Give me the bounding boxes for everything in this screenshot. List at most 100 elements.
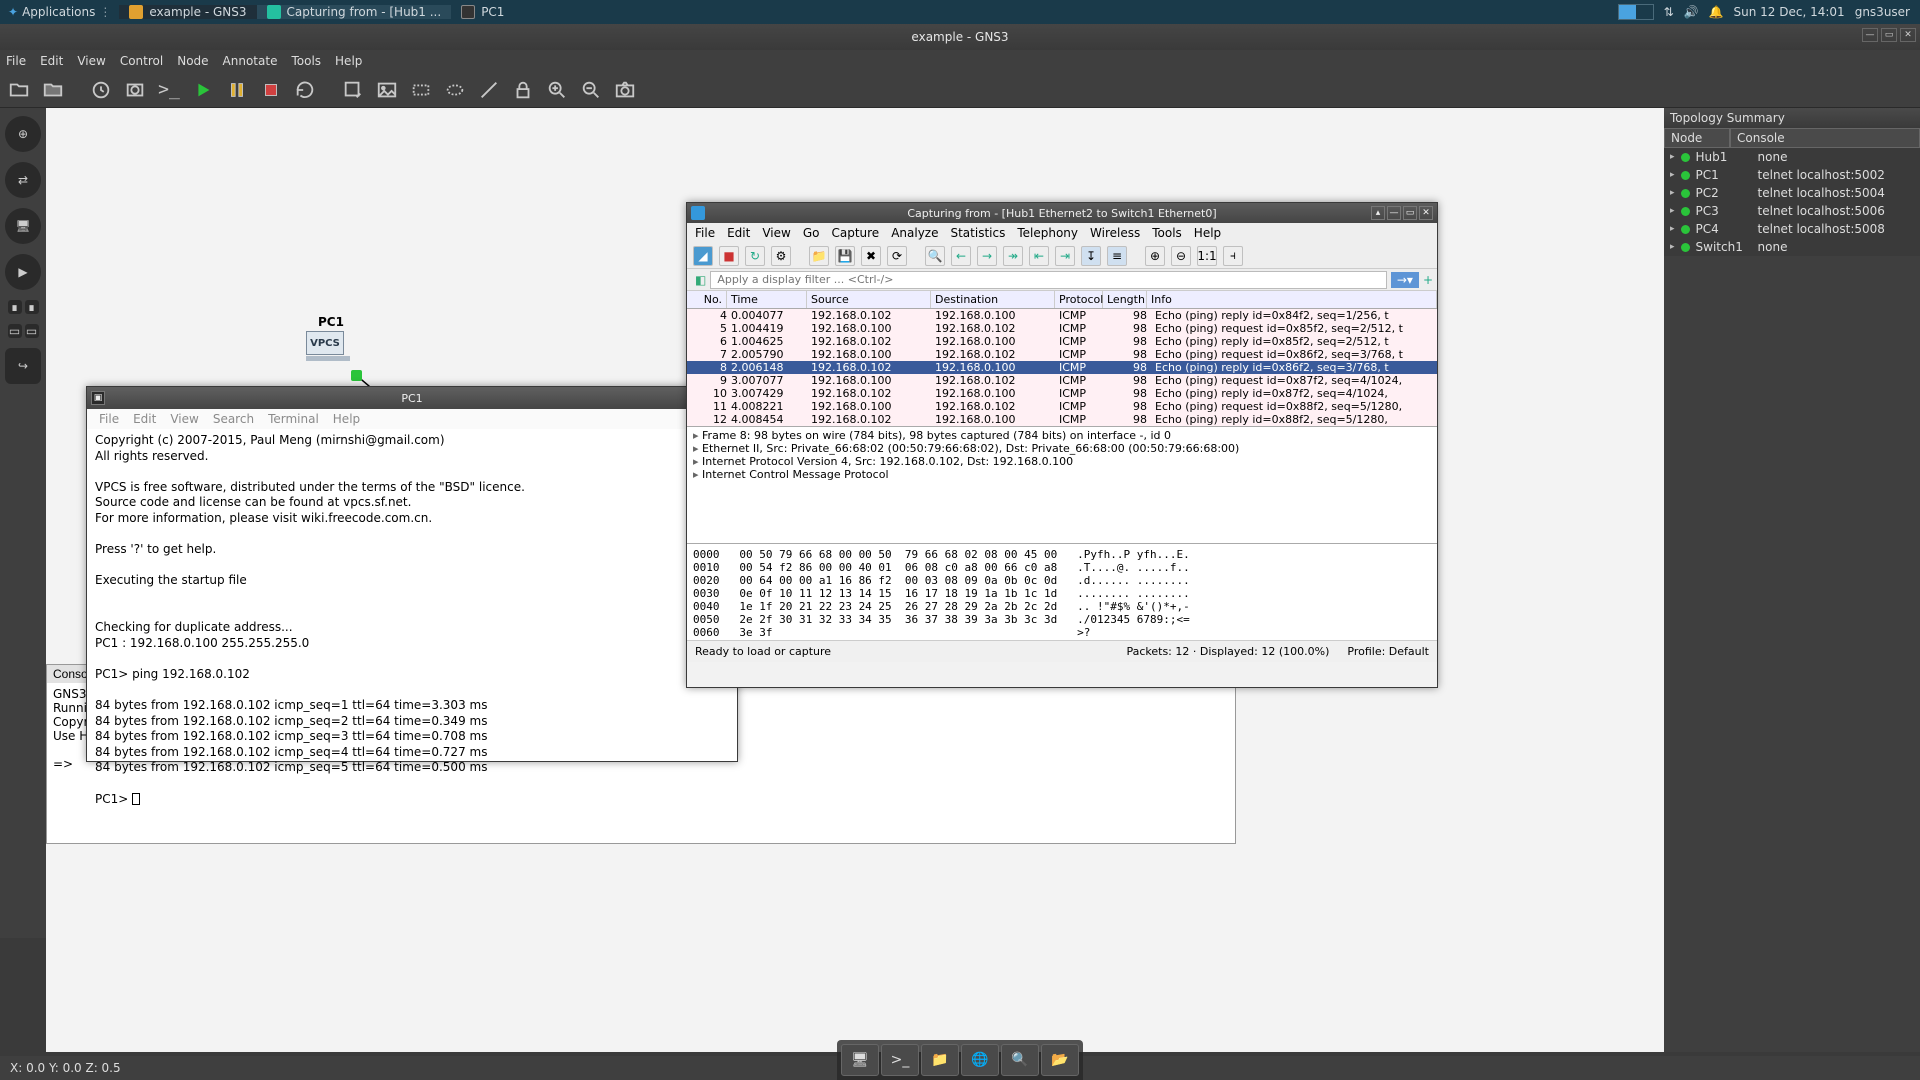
snapshot-icon[interactable]	[122, 77, 148, 103]
dock-cable-icon[interactable]: ↪	[5, 348, 41, 384]
topology-row[interactable]: ▸PC4telnet localhost:5008	[1664, 220, 1920, 238]
bookmark-icon[interactable]: ◧	[691, 273, 710, 287]
capture-start-icon[interactable]: ◢	[693, 246, 713, 266]
ws-profile[interactable]: Profile: Default	[1347, 645, 1429, 658]
wm-wireless[interactable]: Wireless	[1090, 226, 1140, 240]
first-icon[interactable]: ⇤	[1029, 246, 1049, 266]
screenshot-icon[interactable]	[612, 77, 638, 103]
zoom-in-icon[interactable]	[544, 77, 570, 103]
network-icon[interactable]: ⇅	[1664, 5, 1674, 19]
zoom-out-icon[interactable]	[578, 77, 604, 103]
label-pc1[interactable]: PC1	[318, 315, 344, 329]
detail-line[interactable]: Internet Control Message Protocol	[693, 468, 1431, 481]
reload-icon[interactable]	[88, 77, 114, 103]
dock-show-desktop-icon[interactable]: 🖥	[841, 1044, 879, 1076]
zoom-in-ws-icon[interactable]: ⊕	[1145, 246, 1165, 266]
dock-browser-icon[interactable]: 🌐	[961, 1044, 999, 1076]
applications-menu[interactable]: ✦Applications⋮	[0, 5, 119, 19]
start-all-icon[interactable]	[190, 77, 216, 103]
col-console[interactable]: Console	[1730, 128, 1920, 148]
pc1-titlebar[interactable]: ▣ PC1 ▾▭✕	[87, 387, 737, 409]
taskbar-item-pc1[interactable]: PC1	[451, 5, 514, 19]
taskbar-item-wireshark[interactable]: Capturing from - [Hub1 ...	[257, 5, 452, 19]
open-file-icon[interactable]: 📁	[809, 246, 829, 266]
wm-analyze[interactable]: Analyze	[891, 226, 938, 240]
stop-all-icon[interactable]	[258, 77, 284, 103]
dock-routers-icon[interactable]: ⊕	[5, 116, 41, 152]
ws-max[interactable]: ▭	[1403, 206, 1417, 220]
save-icon[interactable]	[40, 77, 66, 103]
tm-terminal[interactable]: Terminal	[268, 412, 319, 426]
save-file-icon[interactable]: 💾	[835, 246, 855, 266]
wm-teleph[interactable]: Telephony	[1017, 226, 1078, 240]
tm-view[interactable]: View	[170, 412, 198, 426]
close-file-icon[interactable]: ✖	[861, 246, 881, 266]
packet-details[interactable]: Frame 8: 98 bytes on wire (784 bits), 98…	[687, 426, 1437, 544]
wm-tools[interactable]: Tools	[1152, 226, 1182, 240]
dock-folder-icon[interactable]: 📂	[1041, 1044, 1079, 1076]
packet-bytes[interactable]: 0000 00 50 79 66 68 00 00 50 79 66 68 02…	[687, 544, 1437, 640]
ws-titlebar[interactable]: Capturing from - [Hub1 Ethernet2 to Swit…	[687, 203, 1437, 223]
wm-capture[interactable]: Capture	[831, 226, 879, 240]
dock-switches-icon[interactable]: ⇄	[5, 162, 41, 198]
wm-go[interactable]: Go	[803, 226, 820, 240]
ws-min[interactable]: —	[1387, 206, 1401, 220]
packet-row[interactable]: 103.007429192.168.0.102192.168.0.100ICMP…	[687, 387, 1437, 400]
close-button[interactable]: ✕	[1900, 28, 1916, 42]
packet-list[interactable]: 40.004077192.168.0.102192.168.0.100ICMP9…	[687, 309, 1437, 426]
ws-close[interactable]: ✕	[1419, 206, 1433, 220]
topology-row[interactable]: ▸Switch1none	[1664, 238, 1920, 256]
menu-annotate[interactable]: Annotate	[223, 54, 278, 68]
topology-row[interactable]: ▸Hub1none	[1664, 148, 1920, 166]
user-menu[interactable]: gns3user	[1855, 5, 1910, 19]
resize-cols-icon[interactable]: ⫞	[1223, 246, 1243, 266]
display-filter-input[interactable]	[710, 271, 1387, 289]
maximize-button[interactable]: ▭	[1881, 28, 1897, 42]
prev-icon[interactable]: ←	[951, 246, 971, 266]
packet-row[interactable]: 93.007077192.168.0.100192.168.0.102ICMP9…	[687, 374, 1437, 387]
tm-search[interactable]: Search	[213, 412, 254, 426]
pause-all-icon[interactable]	[224, 77, 250, 103]
clock[interactable]: Sun 12 Dec, 14:01	[1734, 5, 1845, 19]
workspace-switcher[interactable]	[1618, 4, 1654, 20]
image-icon[interactable]	[374, 77, 400, 103]
packet-row[interactable]: 51.004419192.168.0.100192.168.0.102ICMP9…	[687, 322, 1437, 335]
packet-row[interactable]: 124.008454192.168.0.102192.168.0.100ICMP…	[687, 413, 1437, 426]
topology-row[interactable]: ▸PC3telnet localhost:5006	[1664, 202, 1920, 220]
detail-line[interactable]: Frame 8: 98 bytes on wire (784 bits), 98…	[693, 429, 1431, 442]
filter-arrow-icon[interactable]: →▾	[1391, 272, 1419, 288]
dock-link-icon[interactable]: ▭	[8, 324, 22, 338]
topology-row[interactable]: ▸PC2telnet localhost:5004	[1664, 184, 1920, 202]
autoscroll-icon[interactable]: ↧	[1081, 246, 1101, 266]
dock-all-icon[interactable]: ∎	[8, 300, 22, 314]
ws-column-headers[interactable]: No. Time Source Destination Protocol Len…	[687, 291, 1437, 309]
console-all-icon[interactable]: >_	[156, 77, 182, 103]
menu-tools[interactable]: Tools	[291, 54, 321, 68]
tm-file[interactable]: File	[99, 412, 119, 426]
capture-options-icon[interactable]: ⚙	[771, 246, 791, 266]
dock-files-icon[interactable]: 📁	[921, 1044, 959, 1076]
menu-file[interactable]: File	[6, 54, 26, 68]
detail-line[interactable]: Ethernet II, Src: Private_66:68:02 (00:5…	[693, 442, 1431, 455]
dock-cloud-icon[interactable]: ▭	[25, 324, 39, 338]
notifications-icon[interactable]: 🔔	[1709, 5, 1724, 19]
port-pc1-e0[interactable]	[351, 370, 362, 381]
wm-file[interactable]: File	[695, 226, 715, 240]
lock-icon[interactable]	[510, 77, 536, 103]
capture-restart-icon[interactable]: ↻	[745, 246, 765, 266]
tm-help[interactable]: Help	[333, 412, 360, 426]
packet-row[interactable]: 72.005790192.168.0.100192.168.0.102ICMP9…	[687, 348, 1437, 361]
line-icon[interactable]	[476, 77, 502, 103]
topology-summary-header[interactable]: Topology Summary	[1664, 108, 1920, 128]
pc1-terminal-window[interactable]: ▣ PC1 ▾▭✕ File Edit View Search Terminal…	[86, 386, 738, 762]
capture-stop-icon[interactable]: ■	[719, 246, 739, 266]
tm-edit[interactable]: Edit	[133, 412, 156, 426]
next-icon[interactable]: →	[977, 246, 997, 266]
open-icon[interactable]	[6, 77, 32, 103]
colorize-icon[interactable]: ≡	[1107, 246, 1127, 266]
detail-line[interactable]: Internet Protocol Version 4, Src: 192.16…	[693, 455, 1431, 468]
filter-add-icon[interactable]: +	[1423, 273, 1433, 287]
wm-stats[interactable]: Statistics	[950, 226, 1005, 240]
dock-fav-icon[interactable]: ∎	[25, 300, 39, 314]
dock-search-icon[interactable]: 🔍	[1001, 1044, 1039, 1076]
